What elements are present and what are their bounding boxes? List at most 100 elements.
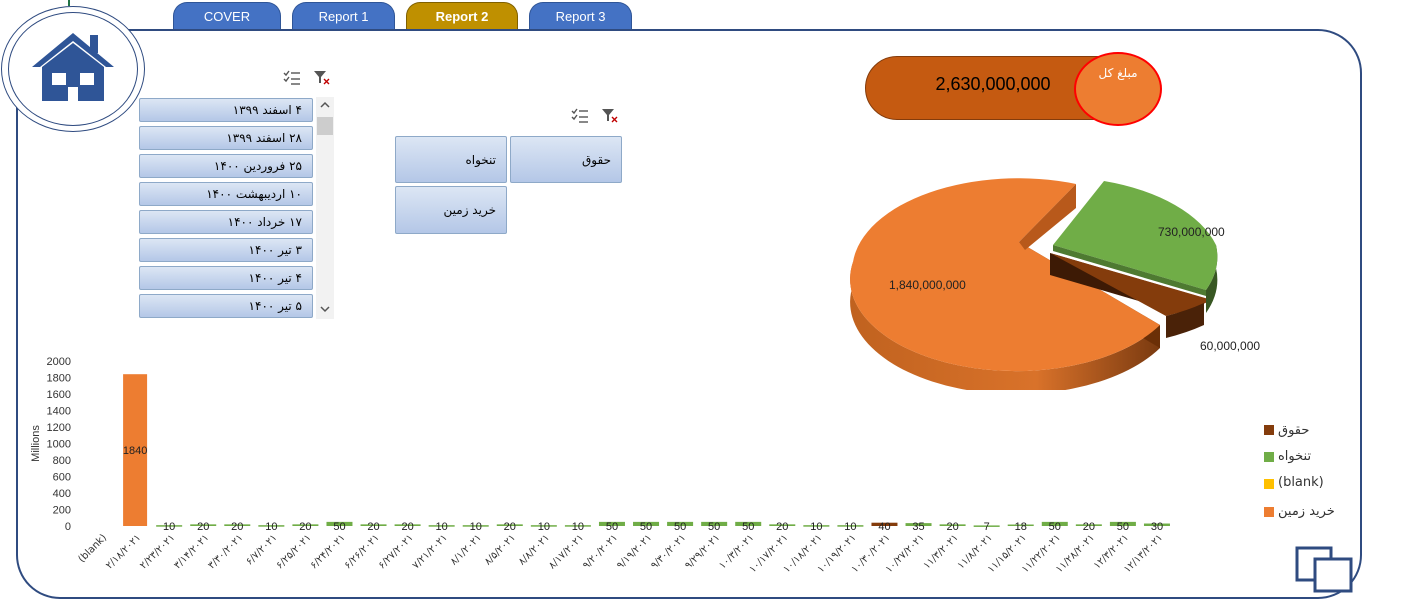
date-slicer-item[interactable]: ۳ تیر ۱۴۰۰	[139, 238, 313, 262]
bar-data-label: 20	[367, 521, 379, 533]
bar-data-label: 20	[299, 521, 311, 533]
x-tick-label: (blank)	[76, 532, 109, 565]
bar-data-label: 10	[538, 521, 550, 533]
bar-data-label: 50	[333, 521, 345, 533]
bar-data-label: 20	[197, 521, 209, 533]
x-tick-label: ۶/۷/۲۰۲۱	[244, 532, 279, 567]
x-tick-label: ۳/۳۰/۲۰۲۱	[206, 532, 245, 571]
bar-data-label: 1840	[123, 445, 147, 457]
x-tick-label: ۲/۱۸/۲۰۲۱	[104, 532, 143, 571]
bar-data-label: 20	[504, 521, 516, 533]
y-tick-label: 600	[53, 472, 71, 484]
date-slicer-item[interactable]: ۱۰ اردیبهشت ۱۴۰۰	[139, 182, 313, 206]
multi-select-icon[interactable]	[283, 70, 301, 86]
total-amount-value: 2,630,000,000	[935, 74, 1051, 94]
y-tick-label: 800	[53, 455, 71, 467]
x-tick-label: ۶/۲۷/۲۰۲۱	[377, 532, 416, 571]
bar-data-label: 30	[1151, 521, 1163, 533]
x-tick-label: ۹/۲۹/۲۰۲۱	[683, 532, 722, 571]
bar-data-label: 50	[640, 521, 652, 533]
legend-label-tankhah: تنخواه	[1278, 449, 1312, 464]
bar-data-label: 50	[1117, 521, 1129, 533]
x-tick-label: ۶/۲۵/۲۰۲۱	[274, 532, 313, 571]
x-tick-label: ۷/۲۱/۲۰۲۱	[411, 532, 450, 571]
bar-data-label: 10	[810, 521, 822, 533]
x-tick-label: ۲/۲۳/۲۰۲۱	[138, 532, 177, 571]
bar-data-label: 10	[436, 521, 448, 533]
pie-label-khariid-zamin: 1,840,000,000	[889, 278, 966, 292]
bar-data-label: 35	[912, 521, 924, 533]
bar-data-label: 50	[708, 521, 720, 533]
bar-data-label: 10	[572, 521, 584, 533]
x-tick-label: ۶/۲۶/۲۰۲۱	[343, 532, 382, 571]
home-button[interactable]	[1, 6, 145, 132]
navigate-icon[interactable]	[1294, 545, 1354, 595]
legend-swatch-khariid-zamin	[1264, 507, 1274, 517]
scrollbar-thumb[interactable]	[317, 117, 333, 135]
tab-report-3[interactable]: Report 3	[529, 2, 632, 30]
legend-swatch-blank	[1264, 479, 1274, 489]
legend-swatch-hoghough	[1264, 425, 1274, 435]
x-tick-label: ۸/۵/۲۰۲۱	[483, 532, 518, 567]
bar-data-label: 20	[1083, 521, 1095, 533]
clear-filter-icon[interactable]	[313, 70, 331, 86]
bar-data-label: 10	[163, 521, 175, 533]
scroll-up-icon[interactable]	[320, 101, 330, 109]
bar-data-label: 10	[265, 521, 277, 533]
y-axis-title: Millions	[30, 425, 42, 462]
date-slicer-item[interactable]: ۴ اسفند ۱۳۹۹	[139, 98, 313, 122]
bar-data-label: 20	[401, 521, 413, 533]
y-tick-label: 1200	[47, 422, 71, 434]
x-tick-label: ۹/۲۰/۲۰۲۱	[581, 532, 620, 571]
legend-label-khariid-zamin: خرید زمین	[1278, 504, 1335, 519]
category-slicer-item[interactable]: تنخواه	[395, 136, 507, 183]
y-tick-label: 0	[65, 521, 71, 533]
y-tick-label: 1400	[47, 406, 71, 418]
date-slicer-item[interactable]: ۵ تیر ۱۴۰۰	[139, 294, 313, 318]
tab-report-1[interactable]: Report 1	[292, 2, 395, 30]
bar-data-label: 40	[878, 521, 890, 533]
bar-data-label: 20	[776, 521, 788, 533]
bar-data-label: 20	[946, 521, 958, 533]
bar-data-label: 50	[742, 521, 754, 533]
x-tick-label: ۸/۱/۲۰۲۱	[449, 532, 484, 567]
y-tick-label: 1000	[47, 439, 71, 451]
date-slicer-item[interactable]: ۲۵ فروردین ۱۴۰۰	[139, 154, 313, 178]
date-slicer-item[interactable]: ۱۷ خرداد ۱۴۰۰	[139, 210, 313, 234]
bar-data-label: 7	[984, 521, 990, 533]
category-slicer-item[interactable]: خرید زمین	[395, 186, 507, 234]
y-tick-label: 1800	[47, 373, 71, 385]
date-slicer-item[interactable]: ۴ تیر ۱۴۰۰	[139, 266, 313, 290]
x-tick-label: ۹/۳۰/۲۰۲۱	[649, 532, 688, 571]
x-tick-label: ۸/۸/۲۰۲۱	[517, 532, 552, 567]
x-tick-label: ۳/۱۴/۲۰۲۱	[172, 532, 211, 571]
y-tick-label: 1600	[47, 389, 71, 401]
total-label-badge	[1074, 52, 1162, 126]
tab-report-2[interactable]: Report 2	[406, 2, 518, 30]
x-tick-label: ۶/۲۴/۲۰۲۱	[308, 532, 347, 571]
y-tick-label: 200	[53, 505, 71, 517]
pie-label-hoghough: 60,000,000	[1200, 339, 1261, 353]
bar-data-label: 10	[844, 521, 856, 533]
home-icon	[32, 33, 114, 101]
bar-data-label: 10	[470, 521, 482, 533]
clear-filter-icon[interactable]	[601, 108, 619, 124]
total-amount-label: مبلغ کل	[1098, 66, 1138, 80]
date-slicer-item[interactable]: ۲۸ اسفند ۱۳۹۹	[139, 126, 313, 150]
tab-cover[interactable]: COVER	[173, 2, 281, 30]
y-tick-label: 400	[53, 488, 71, 500]
x-tick-label: ۱۱/۳/۲۰۲۱	[922, 532, 961, 571]
legend-swatch-tankhah	[1264, 452, 1274, 462]
y-tick-label: 2000	[47, 356, 71, 368]
category-slicer-item[interactable]: حقوق	[510, 136, 622, 183]
bar-data-label: 50	[1049, 521, 1061, 533]
bar-data-label: 50	[606, 521, 618, 533]
legend-label-blank: (blank)	[1278, 475, 1324, 490]
x-tick-label: ۸/۱۷/۲۰۲۱	[547, 532, 586, 571]
scroll-down-icon[interactable]	[320, 305, 330, 313]
bar-chart: Millions 0 200 400 600 800 1000 1200 1400 1600 180…	[30, 356, 1170, 575]
bar-data-label: 18	[1015, 521, 1027, 533]
bar-data-label: 20	[231, 521, 243, 533]
multi-select-icon[interactable]	[571, 108, 589, 124]
pie-label-tankhah: 730,000,000	[1158, 225, 1225, 239]
